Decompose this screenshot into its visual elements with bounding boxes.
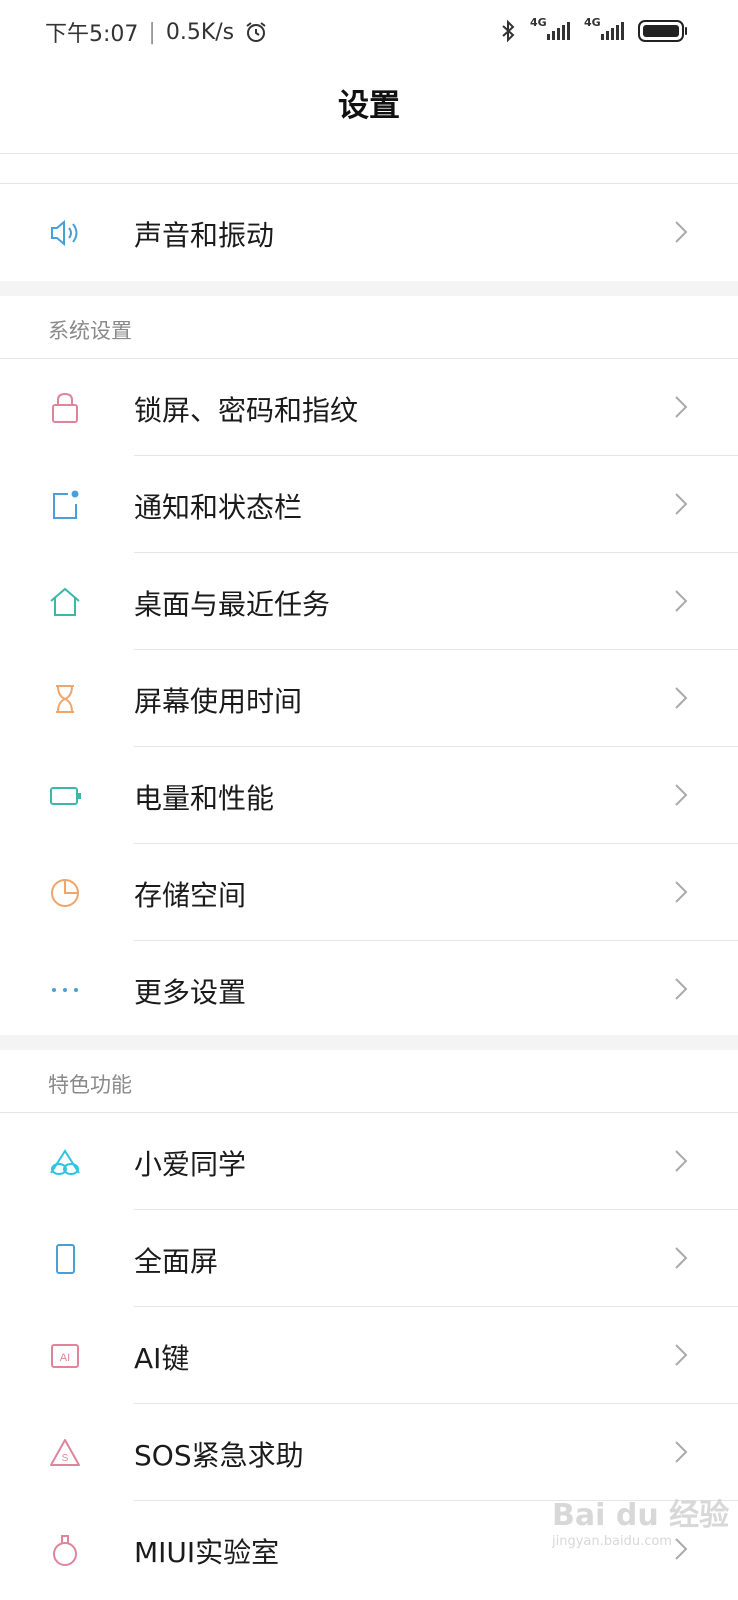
settings-item-xiaoai[interactable]: 小爱同学: [0, 1113, 738, 1210]
hourglass-icon: [56, 685, 74, 713]
watermark-brand: Bai du 经验: [552, 1498, 730, 1533]
signal-sim2-icon: 4G: [584, 16, 624, 46]
ai-key-icon: AI: [51, 1344, 79, 1368]
settings-item-label: 屏幕使用时间: [134, 685, 303, 718]
section-header-system: 系统设置: [48, 319, 132, 343]
settings-item-label: 声音和振动: [134, 219, 275, 252]
watermark: Bai du 经验 jingyan.baidu.com: [552, 1490, 729, 1549]
status-left: 下午5:07 | 0.5K/s: [45, 16, 268, 48]
status-net-speed: 0.5K/s: [165, 19, 235, 45]
watermark-url: jingyan.baidu.com: [552, 1534, 672, 1549]
status-bar: 下午5:07 | 0.5K/s 4G 4G: [0, 0, 738, 64]
chevron-right-icon: [675, 590, 688, 612]
chevron-right-icon: [675, 396, 688, 418]
chevron-right-icon: [675, 221, 688, 243]
xiaoai-icon: [50, 1149, 80, 1175]
battery-icon: [50, 787, 81, 805]
settings-item-notifications[interactable]: 通知和状态栏: [0, 456, 738, 553]
settings-item-label: 更多设置: [134, 976, 247, 1009]
chevron-right-icon: [675, 1150, 688, 1172]
settings-item-label: 桌面与最近任务: [134, 588, 331, 621]
settings-item-home-recents[interactable]: 桌面与最近任务: [0, 553, 738, 650]
section-gap: [0, 281, 738, 296]
chevron-right-icon: [675, 1247, 688, 1269]
settings-item-label: 全面屏: [134, 1245, 219, 1278]
flask-icon: [53, 1535, 77, 1566]
status-right: 4G 4G: [500, 16, 687, 46]
settings-item-storage[interactable]: 存储空间: [0, 844, 738, 941]
settings-item-fullscreen[interactable]: 全面屏: [0, 1210, 738, 1307]
section-gap: [0, 1035, 738, 1050]
title-divider: [0, 153, 738, 154]
settings-item-label: 存储空间: [134, 879, 247, 912]
chevron-right-icon: [675, 687, 688, 709]
signal-sim1-icon: 4G: [530, 16, 570, 46]
phone-screen-icon: [56, 1244, 75, 1274]
more-dots-icon: [52, 988, 78, 992]
section-header-features: 特色功能: [48, 1073, 132, 1097]
battery-status-icon: [638, 20, 687, 42]
settings-item-label: AI键: [134, 1342, 190, 1375]
page-title: 设置: [338, 88, 400, 124]
bluetooth-icon: [502, 19, 515, 43]
settings-item-label: MIUI实验室: [134, 1536, 280, 1569]
pie-chart-icon: [51, 879, 79, 907]
chevron-right-icon: [675, 1344, 688, 1366]
chevron-right-icon: [675, 978, 688, 1000]
speaker-icon: [51, 219, 78, 247]
settings-item-label: 锁屏、密码和指纹: [134, 394, 359, 427]
settings-item-ai-key[interactable]: AI AI键: [0, 1307, 738, 1404]
settings-item-sos[interactable]: S SOS紧急求助: [0, 1404, 738, 1501]
sos-icon: S: [50, 1439, 80, 1466]
settings-item-label: 通知和状态栏: [134, 491, 303, 524]
home-icon: [50, 587, 80, 616]
settings-item-screen-time[interactable]: 屏幕使用时间: [0, 650, 738, 747]
status-time: 下午5:07: [45, 22, 139, 47]
svg-text:S: S: [62, 1453, 69, 1464]
sim1-network-type: 4G: [530, 16, 547, 29]
lock-icon: [52, 392, 78, 423]
chevron-right-icon: [675, 881, 688, 903]
svg-text:AI: AI: [60, 1352, 70, 1364]
settings-item-lockscreen[interactable]: 锁屏、密码和指纹: [0, 359, 738, 456]
settings-item-label: 电量和性能: [134, 782, 275, 815]
chevron-right-icon: [675, 493, 688, 515]
alarm-icon: [246, 22, 266, 42]
chevron-right-icon: [675, 1441, 688, 1463]
notification-icon: [53, 490, 79, 519]
status-separator: |: [148, 19, 156, 45]
settings-item-sound[interactable]: 声音和振动: [0, 184, 738, 281]
sim2-network-type: 4G: [584, 16, 601, 29]
settings-item-label: 小爱同学: [134, 1148, 247, 1181]
settings-item-label: SOS紧急求助: [134, 1439, 304, 1472]
settings-item-more[interactable]: 更多设置: [0, 941, 738, 1038]
chevron-right-icon: [675, 784, 688, 806]
settings-item-battery[interactable]: 电量和性能: [0, 747, 738, 844]
